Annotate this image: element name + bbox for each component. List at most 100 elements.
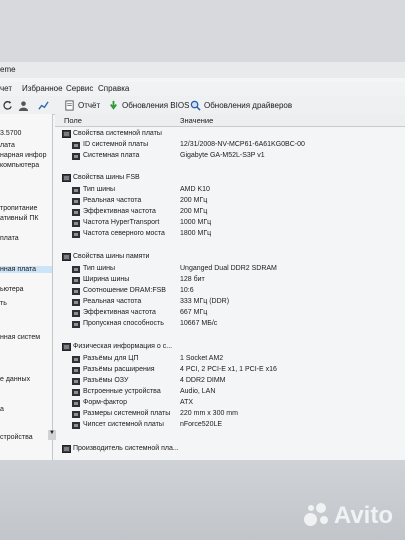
field-label: Системная плата bbox=[83, 152, 140, 159]
menu-report[interactable]: чет bbox=[0, 84, 12, 93]
field-label: Реальная частота bbox=[83, 298, 142, 305]
bios-update-button[interactable]: Обновления BIOS bbox=[108, 98, 189, 112]
group-title: Производитель системной пла... bbox=[73, 445, 179, 452]
field-value: 128 бит bbox=[180, 276, 205, 283]
tree-item[interactable]: тропитание bbox=[0, 205, 37, 212]
field-value: 220 mm x 300 mm bbox=[180, 410, 238, 417]
field-value: nForce520LE bbox=[180, 421, 223, 428]
column-header: Поле Значение bbox=[55, 114, 405, 127]
field-label: Размеры системной платы bbox=[83, 410, 171, 417]
field-value: 200 МГц bbox=[180, 208, 208, 215]
refresh-button[interactable] bbox=[2, 98, 16, 112]
column-field[interactable]: Поле bbox=[64, 116, 82, 125]
refresh-icon bbox=[3, 100, 12, 110]
motherboard-icon bbox=[62, 130, 71, 138]
field-label: Тип шины bbox=[83, 265, 116, 272]
motherboard-icon bbox=[62, 343, 71, 351]
memory-chip-icon bbox=[72, 299, 80, 306]
memory-icon bbox=[62, 253, 71, 261]
menu-bar: чет Избранное Сервис Справка bbox=[0, 82, 405, 96]
ram-slot-icon bbox=[72, 378, 80, 385]
download-arrow-icon bbox=[110, 100, 117, 110]
chipset-icon bbox=[72, 422, 80, 429]
driver-update-label: Обновления драйверов bbox=[204, 100, 293, 110]
tree-item[interactable]: компьютера bbox=[0, 162, 39, 169]
tree-item[interactable]: ативный ПК bbox=[0, 215, 38, 222]
tree-item[interactable]: е данных bbox=[0, 376, 30, 383]
memory-chip-icon bbox=[72, 277, 80, 284]
bios-update-label: Обновления BIOS bbox=[122, 100, 190, 110]
socket-icon bbox=[72, 356, 80, 363]
field-label: Соотношение DRAM:FSB bbox=[83, 287, 166, 294]
field-value: 12/31/2008-NV-MCP61-6A61KG0BC-00 bbox=[180, 141, 305, 148]
field-value: 4 PCI, 2 PCI-E x1, 1 PCI-E x16 bbox=[180, 366, 277, 373]
scroll-arrow-down[interactable]: ▼ bbox=[48, 430, 56, 440]
tree-item[interactable]: плата bbox=[0, 235, 19, 242]
manufacturer-icon bbox=[62, 445, 71, 453]
tree-item-selected[interactable]: нная плата bbox=[0, 266, 52, 273]
menu-favorites[interactable]: Избранное bbox=[22, 84, 63, 93]
window-title: eme bbox=[0, 65, 16, 74]
field-label: Разъёмы расширения bbox=[83, 366, 155, 373]
tree-item[interactable]: 3.5700 bbox=[0, 130, 21, 137]
field-label: Встроенные устройства bbox=[83, 388, 161, 395]
field-label: Пропускная способность bbox=[83, 320, 164, 327]
field-label: Реальная частота bbox=[83, 197, 142, 204]
group-title: Свойства системной платы bbox=[73, 130, 162, 137]
board-icon bbox=[72, 411, 80, 418]
tree-item[interactable]: нная систем bbox=[0, 334, 40, 341]
memory-chip-icon bbox=[72, 321, 80, 328]
tree-item[interactable]: ть bbox=[0, 300, 7, 307]
field-value: 4 DDR2 DIMM bbox=[180, 377, 226, 384]
memory-chip-icon bbox=[72, 288, 80, 295]
group-title: Свойства шины памяти bbox=[73, 253, 150, 260]
chip-icon bbox=[72, 209, 80, 216]
field-label: Эффективная частота bbox=[83, 208, 156, 215]
navigation-tree: 3.5700 лата нарная инфор компьютера троп… bbox=[0, 114, 53, 460]
user-button[interactable] bbox=[18, 98, 32, 112]
field-label: Разъёмы для ЦП bbox=[83, 355, 139, 362]
field-value: 333 МГц (DDR) bbox=[180, 298, 230, 305]
field-label: Форм-фактор bbox=[83, 399, 127, 406]
report-button[interactable]: Отчёт bbox=[64, 98, 100, 112]
chip-icon bbox=[72, 220, 80, 227]
tree-item[interactable]: ьютера bbox=[0, 286, 24, 293]
chart-button[interactable] bbox=[38, 98, 52, 112]
field-label: Частота северного моста bbox=[83, 230, 165, 237]
device-icon bbox=[72, 389, 80, 396]
chip-icon bbox=[72, 198, 80, 205]
field-label: Частота HyperTransport bbox=[83, 219, 160, 226]
tree-item[interactable]: стройства bbox=[0, 434, 33, 441]
driver-update-button[interactable]: Обновления драйверов bbox=[190, 98, 292, 112]
chart-icon bbox=[38, 100, 49, 110]
tree-item[interactable]: лата bbox=[0, 142, 15, 149]
board-icon bbox=[72, 400, 80, 407]
field-value: 10667 МБ/с bbox=[180, 320, 218, 327]
tree-item[interactable]: нарная инфор bbox=[0, 152, 46, 159]
column-value[interactable]: Значение bbox=[180, 116, 213, 125]
report-label: Отчёт bbox=[78, 100, 101, 110]
field-label: Разъёмы ОЗУ bbox=[83, 377, 129, 384]
menu-help[interactable]: Справка bbox=[98, 84, 129, 93]
field-value: 1800 МГц bbox=[180, 230, 212, 237]
memory-chip-icon bbox=[72, 266, 80, 273]
tree-item[interactable]: а bbox=[0, 406, 4, 413]
group-title: Свойства шины FSB bbox=[73, 174, 140, 181]
avito-logo-icon bbox=[303, 503, 330, 529]
title-bar: eme bbox=[0, 62, 405, 78]
field-label: Чипсет системной платы bbox=[83, 421, 164, 428]
field-value: Unganged Dual DDR2 SDRAM bbox=[180, 265, 277, 272]
user-icon bbox=[18, 100, 29, 111]
menu-service[interactable]: Сервис bbox=[66, 84, 93, 93]
field-value: 1 Socket AM2 bbox=[180, 355, 224, 362]
motherboard-icon bbox=[62, 174, 71, 182]
memory-chip-icon bbox=[72, 310, 80, 317]
report-icon bbox=[65, 99, 74, 111]
field-label: Ширина шины bbox=[83, 276, 130, 283]
chip-icon bbox=[72, 153, 80, 160]
field-value: Gigabyte GA-M52L-S3P v1 bbox=[180, 152, 265, 159]
field-value: ATX bbox=[180, 399, 194, 406]
field-value: 667 МГц bbox=[180, 309, 208, 316]
field-value: 200 МГц bbox=[180, 197, 208, 204]
watermark-text: Avito bbox=[333, 502, 393, 529]
